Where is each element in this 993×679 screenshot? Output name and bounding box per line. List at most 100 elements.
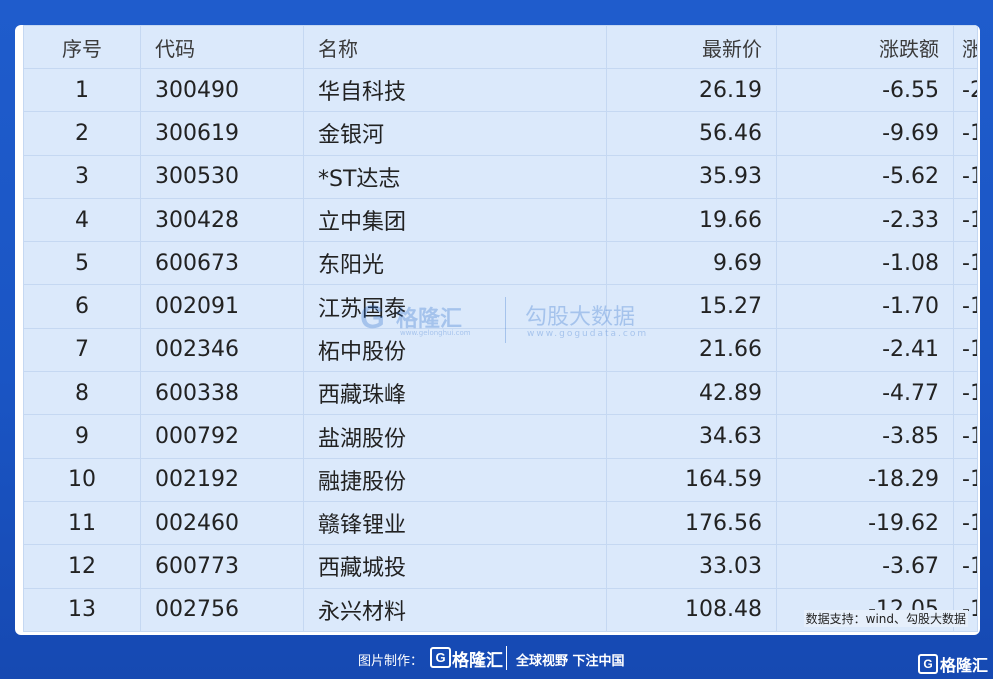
footer-brand: 格隆汇 xyxy=(452,651,503,671)
cell-change-pct: -10.03% xyxy=(953,241,978,286)
cell-change-pct: -10.02% xyxy=(953,284,978,329)
cell-index: 11 xyxy=(23,500,141,546)
cell-code: 002192 xyxy=(140,457,304,502)
cell-index: 7 xyxy=(23,327,141,373)
col-header-name[interactable]: 名称 xyxy=(303,25,607,69)
corner-brand: 格隆汇 xyxy=(940,656,989,675)
cell-change: -19.62 xyxy=(776,500,954,546)
cell-price: 42.89 xyxy=(606,371,777,416)
cell-code: 002460 xyxy=(140,500,304,546)
cell-change: -2.33 xyxy=(776,197,954,243)
table-row[interactable]: 8600338西藏珠峰42.89-4.77-10.01% xyxy=(23,371,978,416)
table-row[interactable]: 2300619金银河56.46-9.69-14.65% xyxy=(23,111,978,156)
cell-code: 300619 xyxy=(140,111,304,156)
cell-name: 融捷股份 xyxy=(303,457,607,502)
source-note: 数据支持：wind、勾股大数据 xyxy=(803,610,968,627)
cell-code: 600338 xyxy=(140,371,304,416)
cell-change: -2.41 xyxy=(776,327,954,373)
cell-code: 002091 xyxy=(140,284,304,329)
cell-name: 立中集团 xyxy=(303,197,607,243)
cell-price: 21.66 xyxy=(606,327,777,373)
table-row[interactable]: 3300530*ST达志35.93-5.62-13.53% xyxy=(23,154,978,199)
col-header-change[interactable]: 涨跌额 xyxy=(776,25,954,69)
table-row[interactable]: 10002192融捷股份164.59-18.29-10.00% xyxy=(23,457,978,502)
col-header-change-pct-label: 涨跌幅 xyxy=(962,37,977,61)
table-header-row: 序号 代码 名称 最新价 涨跌额 涨跌幅^ xyxy=(23,25,978,69)
cell-change: -1.08 xyxy=(776,241,954,286)
cell-price: 19.66 xyxy=(606,197,777,243)
footer-divider xyxy=(506,646,507,670)
cell-code: 300428 xyxy=(140,197,304,243)
cell-code: 600773 xyxy=(140,544,304,589)
cell-change-pct: -10.01% xyxy=(953,371,978,416)
cell-change-pct: -10.00% xyxy=(953,457,978,502)
table-row[interactable]: 5600673东阳光9.69-1.08-10.03% xyxy=(23,241,978,286)
cell-index: 6 xyxy=(23,284,141,329)
cell-change-pct: -13.53% xyxy=(953,154,978,199)
cell-index: 2 xyxy=(23,111,141,156)
cell-name: 江苏国泰 xyxy=(303,284,607,329)
table-row[interactable]: 12600773西藏城投33.03-3.67-10.00% xyxy=(23,544,978,589)
cell-code: 300530 xyxy=(140,154,304,199)
cell-index: 5 xyxy=(23,241,141,286)
stock-table: 序号 代码 名称 最新价 涨跌额 涨跌幅^ 1300490华自科技26.19-6… xyxy=(23,25,978,632)
table-body: 1300490华自科技26.19-6.55-20.01%2300619金银河56… xyxy=(23,67,978,632)
cell-name: 西藏珠峰 xyxy=(303,371,607,416)
cell-price: 35.93 xyxy=(606,154,777,199)
cell-name: *ST达志 xyxy=(303,154,607,199)
cell-change-pct: -10.00% xyxy=(953,500,978,546)
footer: 图片制作： G 格隆汇 全球视野 下注中国 G 格隆汇 xyxy=(0,642,993,679)
cell-price: 9.69 xyxy=(606,241,777,286)
col-header-code[interactable]: 代码 xyxy=(140,25,304,69)
table-row[interactable]: 11002460赣锋锂业176.56-19.62-10.00% xyxy=(23,500,978,546)
cell-name: 金银河 xyxy=(303,111,607,156)
cell-code: 000792 xyxy=(140,414,304,459)
cell-name: 华自科技 xyxy=(303,67,607,113)
cell-change: -1.70 xyxy=(776,284,954,329)
cell-change-pct: -10.01% xyxy=(953,414,978,459)
col-header-change-pct[interactable]: 涨跌幅^ xyxy=(953,25,978,69)
table-row[interactable]: 1300490华自科技26.19-6.55-20.01% xyxy=(23,67,978,113)
cell-name: 赣锋锂业 xyxy=(303,500,607,546)
cell-change: -9.69 xyxy=(776,111,954,156)
col-header-index[interactable]: 序号 xyxy=(23,25,141,69)
cell-index: 1 xyxy=(23,67,141,113)
cell-index: 3 xyxy=(23,154,141,199)
cell-price: 56.46 xyxy=(606,111,777,156)
cell-change-pct: -10.60% xyxy=(953,197,978,243)
cell-change-pct: -20.01% xyxy=(953,67,978,113)
cell-name: 永兴材料 xyxy=(303,587,607,632)
cell-price: 164.59 xyxy=(606,457,777,502)
cell-name: 西藏城投 xyxy=(303,544,607,589)
cell-index: 9 xyxy=(23,414,141,459)
corner-logo-icon: G xyxy=(918,654,938,674)
cell-price: 33.03 xyxy=(606,544,777,589)
data-card: 序号 代码 名称 最新价 涨跌额 涨跌幅^ 1300490华自科技26.19-6… xyxy=(15,25,980,635)
cell-index: 10 xyxy=(23,457,141,502)
cell-change-pct: -10.01% xyxy=(953,327,978,373)
cell-code: 600673 xyxy=(140,241,304,286)
cell-price: 108.48 xyxy=(606,587,777,632)
cell-change: -18.29 xyxy=(776,457,954,502)
cell-code: 002346 xyxy=(140,327,304,373)
footer-slogan: 全球视野 下注中国 xyxy=(516,654,625,669)
cell-change: -4.77 xyxy=(776,371,954,416)
table-row[interactable]: 4300428立中集团19.66-2.33-10.60% xyxy=(23,197,978,243)
cell-index: 12 xyxy=(23,544,141,589)
cell-price: 176.56 xyxy=(606,500,777,546)
cell-change: -3.85 xyxy=(776,414,954,459)
cell-name: 盐湖股份 xyxy=(303,414,607,459)
cell-code: 300490 xyxy=(140,67,304,113)
table-row[interactable]: 6002091江苏国泰15.27-1.70-10.02% xyxy=(23,284,978,329)
cell-price: 34.63 xyxy=(606,414,777,459)
gelonghui-logo-icon: G xyxy=(430,647,451,668)
cell-code: 002756 xyxy=(140,587,304,632)
table-row[interactable]: 7002346柘中股份21.66-2.41-10.01% xyxy=(23,327,978,373)
cell-index: 4 xyxy=(23,197,141,243)
cell-index: 13 xyxy=(23,587,141,632)
cell-price: 26.19 xyxy=(606,67,777,113)
cell-change-pct: -14.65% xyxy=(953,111,978,156)
col-header-price[interactable]: 最新价 xyxy=(606,25,777,69)
table-row[interactable]: 9000792盐湖股份34.63-3.85-10.01% xyxy=(23,414,978,459)
cell-change: -5.62 xyxy=(776,154,954,199)
